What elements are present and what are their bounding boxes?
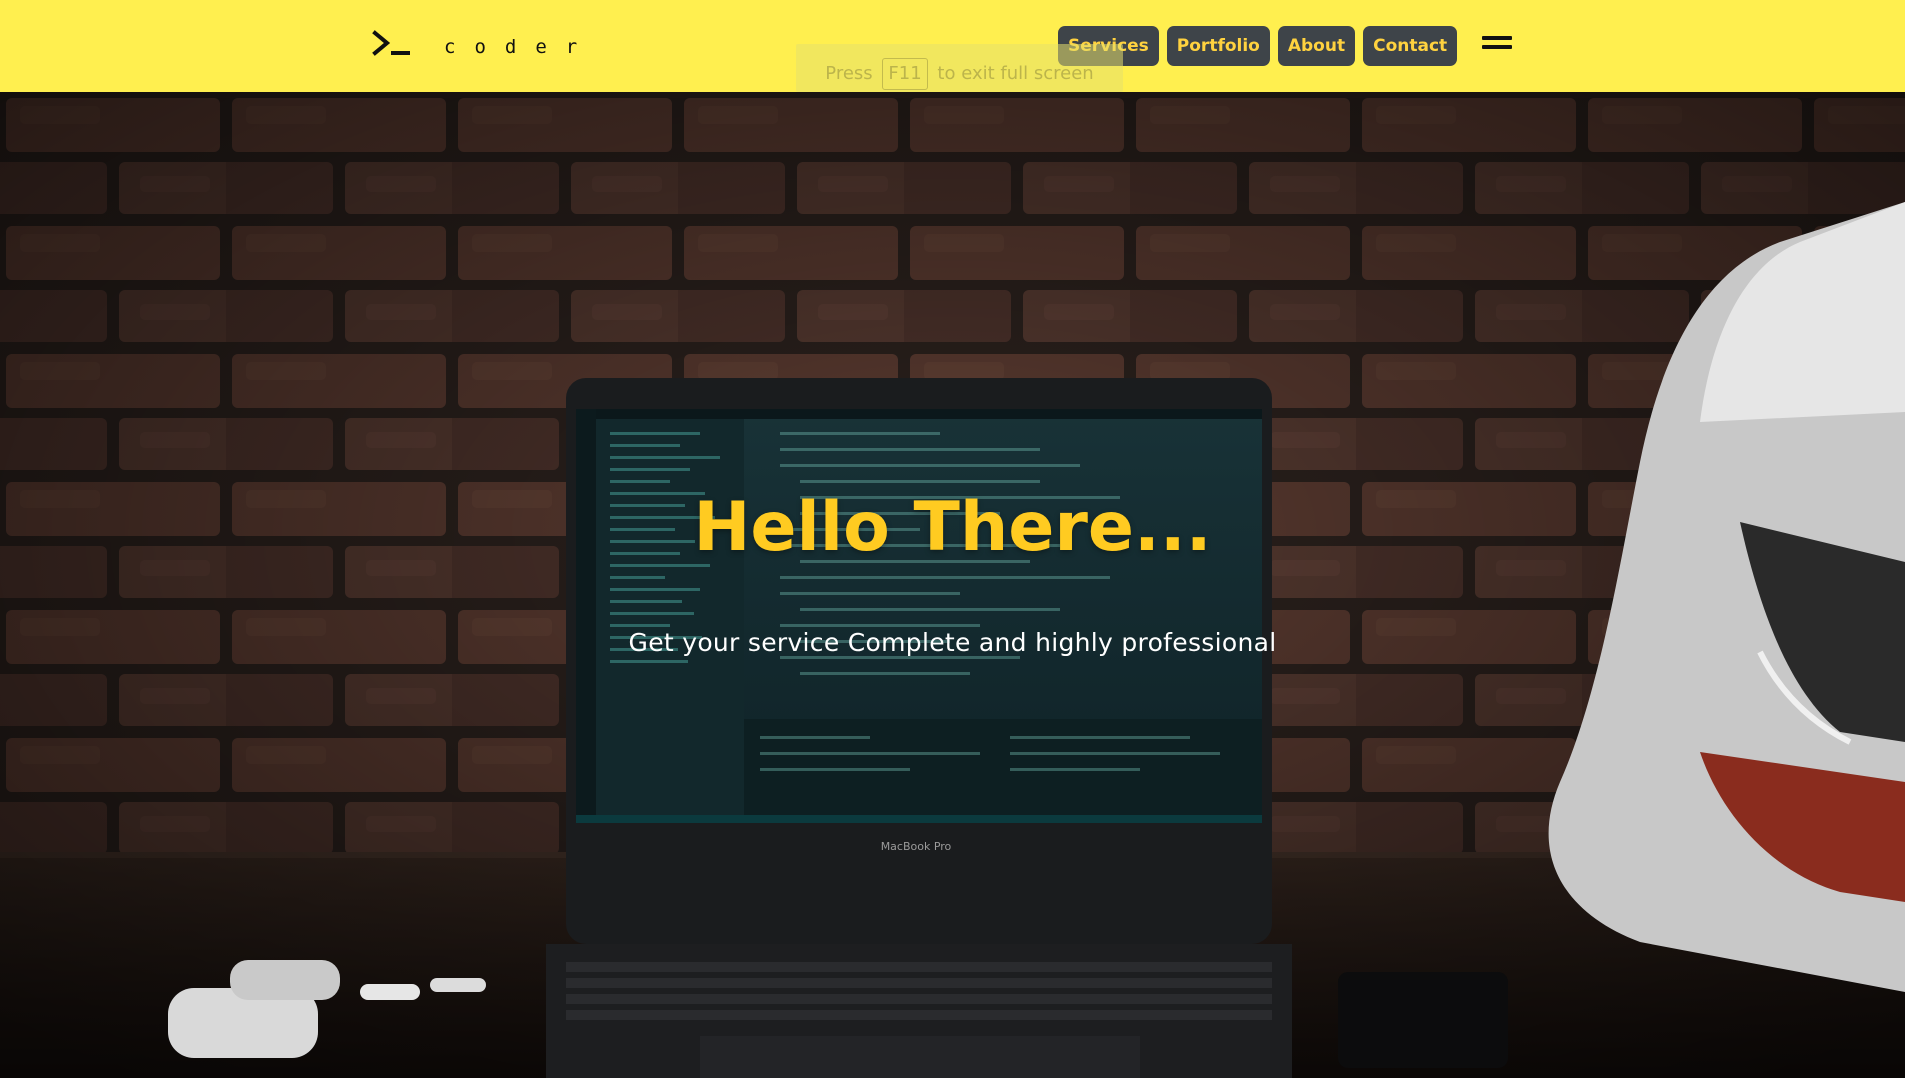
- nav-about-button[interactable]: About: [1277, 26, 1356, 66]
- brand-name: coder: [444, 36, 597, 58]
- fullscreen-notice-text: Press: [825, 63, 873, 84]
- menu-bar: [1482, 45, 1512, 49]
- page: coder Services Portfolio About Contact P…: [0, 0, 1905, 1078]
- laptop-label: MacBook Pro: [880, 840, 952, 853]
- nav-contact-button[interactable]: Contact: [1363, 26, 1458, 66]
- fullscreen-notice-text: to exit full screen: [937, 63, 1094, 84]
- terminal-prompt-icon: [372, 30, 410, 56]
- brand-logo[interactable]: coder: [372, 30, 596, 60]
- hero-background-image: [0, 92, 1905, 1078]
- hero-title: Hello There...: [693, 488, 1212, 567]
- hamburger-menu-icon[interactable]: [1482, 36, 1512, 50]
- fullscreen-key: F11: [882, 58, 928, 90]
- hero-section: MacBook Pro Hello There... Get your serv…: [0, 92, 1905, 1078]
- nav-portfolio-button[interactable]: Portfolio: [1166, 26, 1270, 66]
- fullscreen-notice: Press F11 to exit full screen: [796, 44, 1123, 92]
- menu-bar: [1482, 36, 1512, 40]
- hero-subtitle: Get your service Complete and highly pro…: [628, 628, 1277, 657]
